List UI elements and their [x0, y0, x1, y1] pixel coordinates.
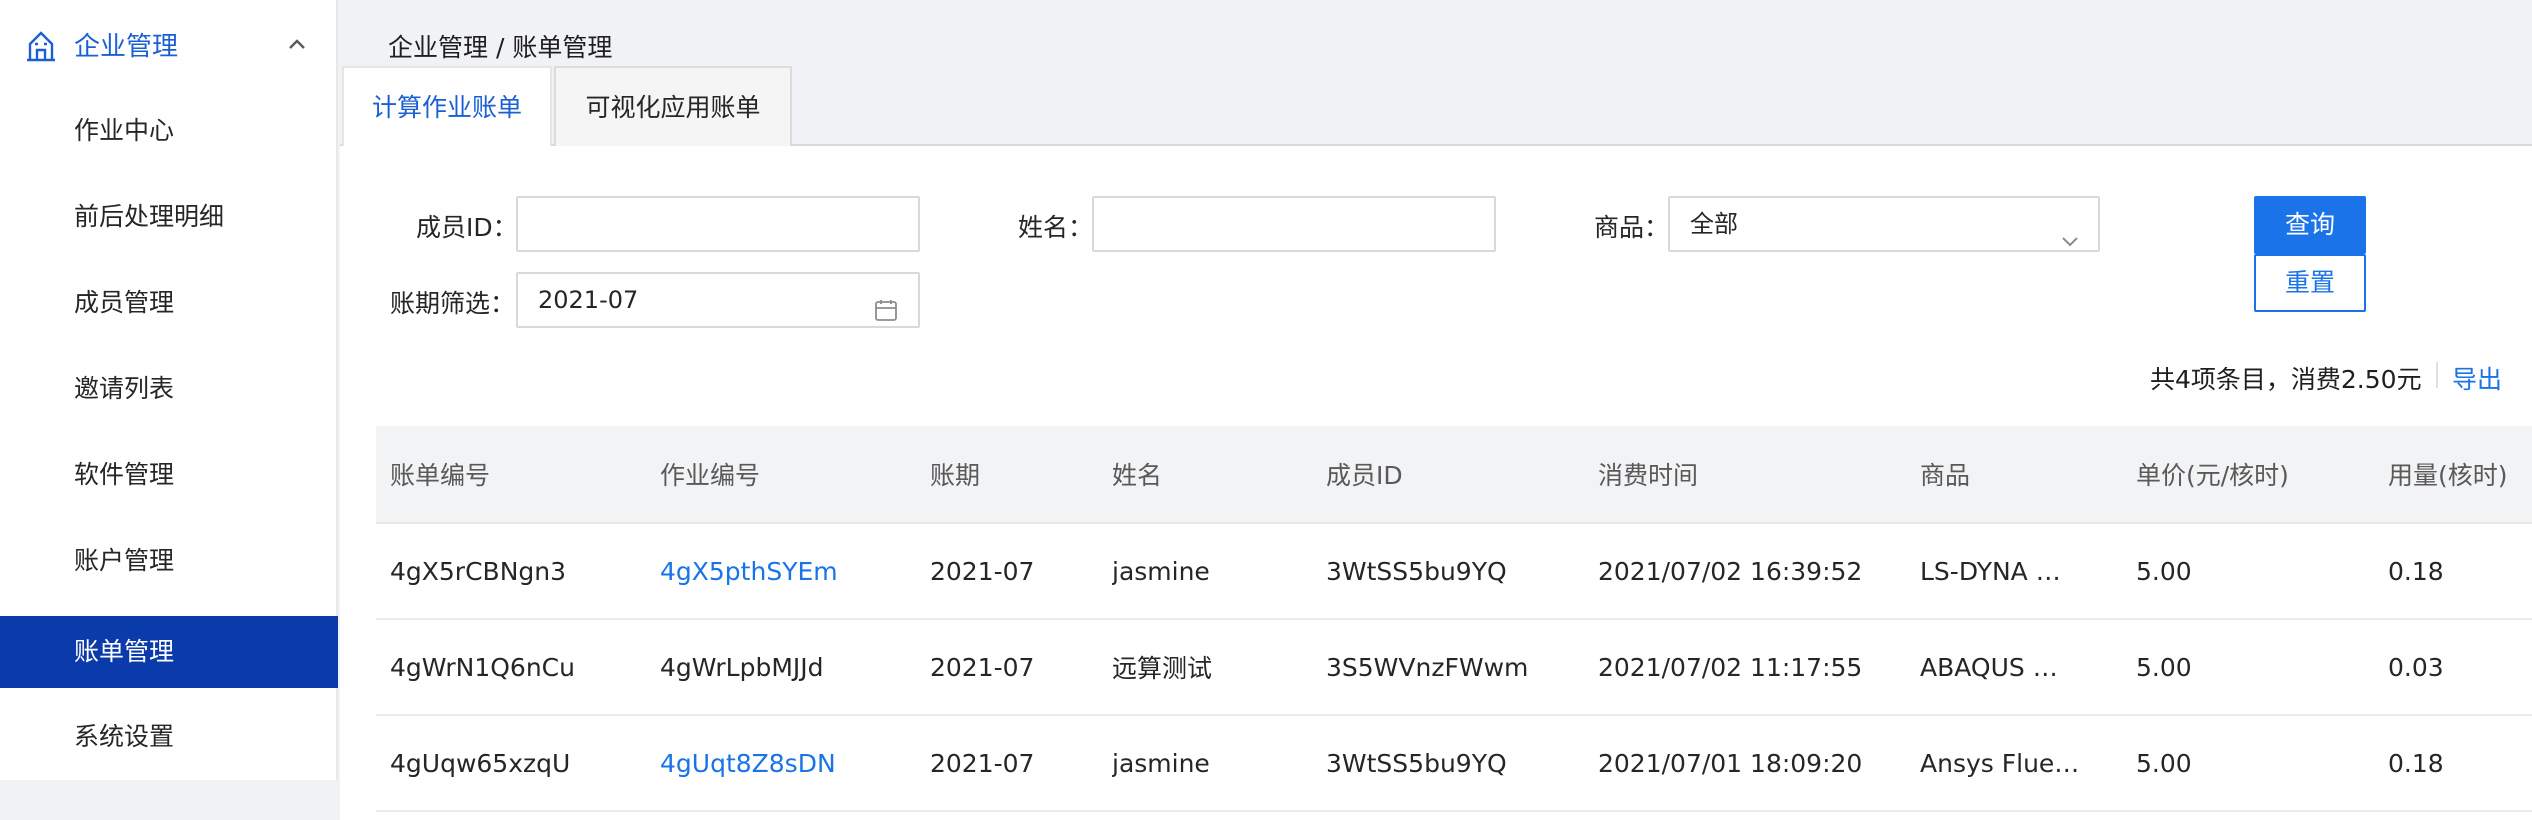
member-id-cell: 3WtSS5bu9YQ — [1326, 748, 1507, 778]
column-header: 姓名 — [1112, 461, 1163, 490]
time-cell: 2021/07/02 11:17:55 — [1598, 652, 1863, 682]
period-cell: 2021-07 — [930, 748, 1035, 778]
sidebar-group-enterprise[interactable]: 企业管理 — [0, 0, 338, 90]
sidebar-item-accounts[interactable]: 账户管理 — [0, 525, 338, 597]
column-header: 账单编号 — [390, 461, 491, 490]
product-select[interactable]: 全部 — [1668, 196, 2100, 252]
table-row: 4gWrN1Q6nCu 4gWrLpbMJJd 2021-07 远算测试 3S5… — [376, 620, 2532, 716]
chevron-up-icon[interactable] — [286, 36, 308, 50]
name-cell: 远算测试 — [1112, 654, 1213, 683]
sidebar-group-label: 企业管理 — [74, 32, 179, 62]
tab-visual-app-bills[interactable]: 可视化应用账单 — [554, 66, 792, 146]
time-cell: 2021/07/01 18:09:20 — [1598, 748, 1863, 778]
divider — [2436, 362, 2438, 388]
job-id-link[interactable]: 4gX5pthSYEm — [660, 524, 920, 618]
table-header: 账单编号 作业编号 账期 姓名 成员ID 消费时间 商品 单价(元/核时) 用量… — [376, 426, 2532, 524]
job-id-cell: 4gWrLpbMJJd — [660, 652, 824, 682]
main-content: 企业管理 / 账单管理 计算作业账单 可视化应用账单 成员ID： 姓名： 商品：… — [340, 0, 2532, 820]
product-cell: Ansys Flue… — [1920, 748, 2080, 778]
price-cell: 5.00 — [2136, 652, 2192, 682]
member-id-cell: 3S5WVnzFWwm — [1326, 652, 1529, 682]
tab-compute-job-bills[interactable]: 计算作业账单 — [342, 66, 552, 148]
sidebar-item-settings[interactable]: 系统设置 — [0, 701, 338, 773]
product-cell: ABAQUS … — [1920, 652, 2058, 682]
member-id-input[interactable] — [516, 196, 920, 252]
name-cell: jasmine — [1112, 556, 1210, 586]
usage-cell: 0.18 — [2388, 556, 2444, 586]
table-row: 4gX5rCBNgn3 4gX5pthSYEm 2021-07 jasmine … — [376, 524, 2532, 620]
usage-cell: 0.03 — [2388, 652, 2444, 682]
column-header: 作业编号 — [660, 461, 761, 490]
name-label: 姓名： — [1018, 213, 1094, 242]
tab-bar: 计算作业账单 可视化应用账单 — [340, 66, 2532, 148]
sidebar-item-software[interactable]: 软件管理 — [0, 439, 338, 511]
breadcrumb: 企业管理 / 账单管理 — [388, 33, 613, 62]
column-header: 成员ID — [1326, 461, 1403, 490]
summary-text: 共4项条目，消费2.50元 — [2150, 365, 2422, 394]
export-link[interactable]: 导出 — [2452, 360, 2502, 396]
usage-cell: 0.18 — [2388, 748, 2444, 778]
calendar-icon — [874, 288, 898, 340]
column-header: 消费时间 — [1598, 461, 1699, 490]
sidebar: 企业管理 作业中心 前后处理明细 成员管理 邀请列表 软件管理 账户管理 账单管… — [0, 0, 338, 780]
chevron-down-icon — [2060, 214, 2080, 266]
column-header: 用量(核时) — [2388, 461, 2508, 490]
member-id-label: 成员ID： — [416, 213, 518, 242]
price-cell: 5.00 — [2136, 748, 2192, 778]
product-select-value: 全部 — [1690, 210, 1738, 238]
bill-id-cell: 4gUqw65xzqU — [390, 748, 571, 778]
reset-button[interactable]: 重置 — [2254, 254, 2366, 312]
time-cell: 2021/07/02 16:39:52 — [1598, 556, 1863, 586]
table-row: 4gUqw65xzqU 4gUqt8Z8sDN 2021-07 jasmine … — [376, 716, 2532, 812]
sidebar-item-job-center[interactable]: 作业中心 — [0, 95, 338, 167]
bill-id-cell: 4gX5rCBNgn3 — [390, 556, 567, 586]
sidebar-item-billing[interactable]: 账单管理 — [0, 616, 338, 688]
building-icon — [24, 30, 58, 62]
period-value: 2021-07 — [538, 286, 639, 314]
column-header: 商品 — [1920, 461, 1971, 490]
sidebar-item-invitations[interactable]: 邀请列表 — [0, 353, 338, 425]
price-cell: 5.00 — [2136, 556, 2192, 586]
product-cell: LS-DYNA … — [1920, 556, 2061, 586]
period-picker[interactable]: 2021-07 — [516, 272, 920, 328]
name-cell: jasmine — [1112, 748, 1210, 778]
name-input[interactable] — [1092, 196, 1496, 252]
column-header: 单价(元/核时) — [2136, 461, 2289, 490]
period-label: 账期筛选： — [390, 289, 516, 318]
job-id-link[interactable]: 4gUqt8Z8sDN — [660, 716, 920, 810]
period-cell: 2021-07 — [930, 556, 1035, 586]
sidebar-item-members[interactable]: 成员管理 — [0, 267, 338, 339]
period-cell: 2021-07 — [930, 652, 1035, 682]
sidebar-item-pre-post-details[interactable]: 前后处理明细 — [0, 181, 338, 253]
member-id-cell: 3WtSS5bu9YQ — [1326, 556, 1507, 586]
column-header: 账期 — [930, 461, 981, 490]
query-button[interactable]: 查询 — [2254, 196, 2366, 254]
bill-id-cell: 4gWrN1Q6nCu — [390, 652, 575, 682]
product-label: 商品： — [1594, 213, 1670, 242]
